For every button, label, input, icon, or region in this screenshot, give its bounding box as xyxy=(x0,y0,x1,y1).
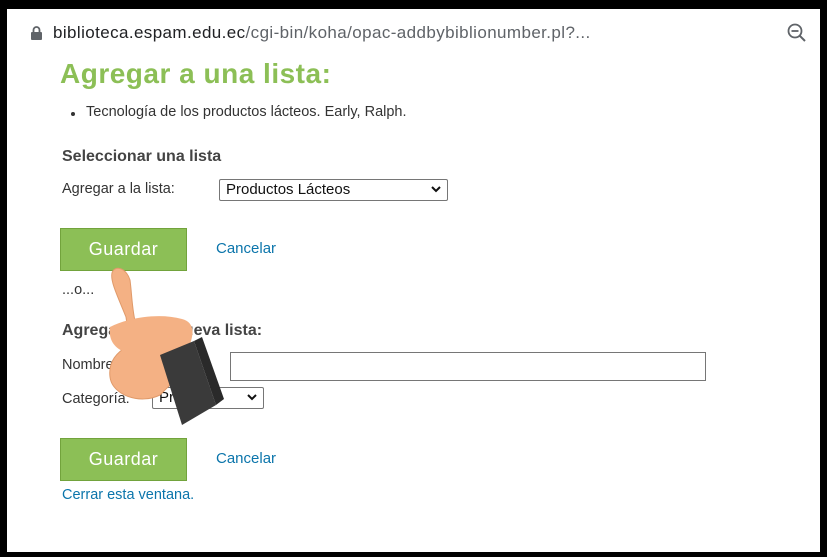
list-name-input[interactable] xyxy=(230,352,706,381)
list-select[interactable]: Productos Lácteos xyxy=(219,179,448,201)
add-to-list-label: Agregar a la lista: xyxy=(62,181,175,197)
close-window-link[interactable]: Cerrar esta ventana. xyxy=(62,487,194,503)
list-select-value: Productos Lácteos xyxy=(226,181,351,198)
chevron-down-icon xyxy=(431,186,441,193)
list-item: Tecnología de los productos lácteos. Ear… xyxy=(71,104,407,120)
select-list-heading: Seleccionar una lista xyxy=(62,148,222,165)
page-title: Agregar a una lista: xyxy=(60,58,332,89)
chevron-down-icon xyxy=(247,394,257,401)
pointing-hand-icon xyxy=(109,267,224,425)
